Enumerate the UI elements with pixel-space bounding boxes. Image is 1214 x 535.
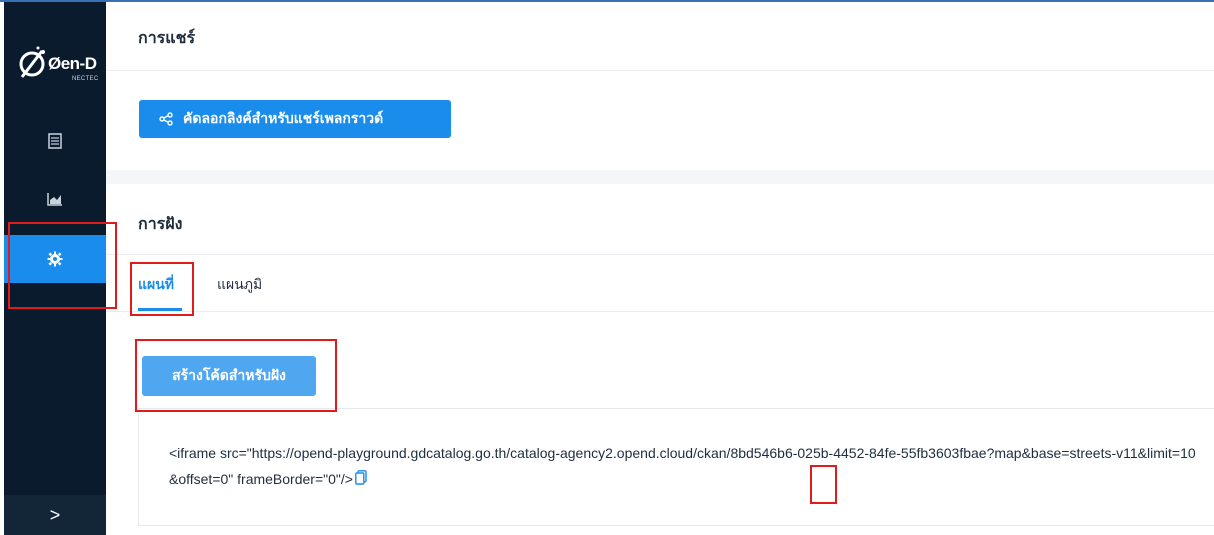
share-section-title: การแชร์	[138, 30, 196, 47]
logo-mark-icon	[19, 46, 45, 78]
embed-code: <iframe src="https://opend-playground.gd…	[169, 440, 1199, 493]
copy-share-link-label: คัดลอกลิงค์สำหรับแชร์เพลกราวด์	[183, 110, 384, 126]
list-icon	[48, 133, 62, 149]
embed-code-text: <iframe src="https://opend-playground.gd…	[169, 445, 1196, 487]
embed-section-title: การฝัง	[138, 216, 183, 233]
sidebar: Øen-D NECTEC >	[4, 2, 106, 535]
copy-icon[interactable]	[355, 467, 367, 493]
sidebar-expand-button[interactable]: >	[4, 495, 106, 535]
main-panel: การแชร์ คัดลอกลิงค์สำหรับแชร์เพลกราวด์ ก…	[106, 2, 1214, 533]
embed-code-box: <iframe src="https://opend-playground.gd…	[138, 408, 1214, 526]
section-separator	[106, 170, 1214, 184]
divider	[106, 70, 1214, 71]
chevron-right-icon: >	[49, 504, 61, 525]
tab-chart[interactable]: แผนภูมิ	[217, 274, 262, 296]
app-logo: Øen-D NECTEC	[4, 16, 106, 96]
sidebar-item-data[interactable]	[4, 117, 106, 165]
chart-icon	[47, 193, 62, 206]
generate-embed-code-button[interactable]: สร้างโค้ดสำหรับฝัง	[142, 356, 316, 396]
sidebar-item-chart[interactable]	[4, 175, 106, 223]
logo-text: Øen-D	[48, 54, 97, 73]
share-icon	[159, 112, 173, 126]
gear-icon	[47, 251, 63, 267]
divider	[106, 254, 1214, 255]
sidebar-item-settings[interactable]	[4, 235, 106, 283]
logo-subtext: NECTEC	[72, 76, 99, 82]
copy-share-link-button[interactable]: คัดลอกลิงค์สำหรับแชร์เพลกราวด์	[139, 100, 451, 138]
tab-map[interactable]: แผนที่	[138, 274, 174, 296]
tabs-divider	[106, 311, 1214, 312]
